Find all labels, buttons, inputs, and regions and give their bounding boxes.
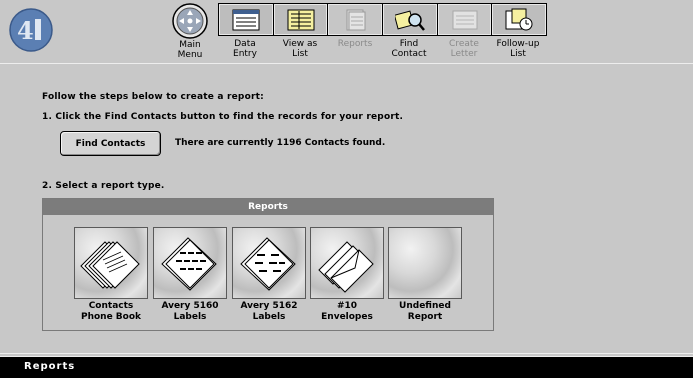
report-label: Contacts Phone Book (80, 301, 142, 322)
list-icon (287, 9, 314, 30)
find-contact-icon (394, 10, 425, 31)
step-1-text: 1. Click the Find Contacts button to fin… (42, 112, 404, 122)
letter-icon (452, 10, 478, 29)
top-toolbar: 4 Main Menu Data Entry View as List Repo… (0, 0, 693, 64)
toolbar-divider (0, 63, 693, 64)
app-logo-icon: 4 (9, 8, 53, 52)
find-contacts-button[interactable]: Find Contacts (60, 131, 161, 156)
follow-up-list-button[interactable] (492, 4, 547, 35)
report-label: Avery 5160 Labels (161, 301, 219, 322)
reports-button[interactable] (328, 4, 383, 35)
data-entry-button[interactable] (219, 4, 273, 35)
reports-label: Reports (337, 39, 373, 49)
svg-text:4: 4 (17, 16, 34, 45)
phone-book-icon (80, 241, 140, 289)
view-as-list-label: View as List (282, 39, 318, 59)
report-tile[interactable] (310, 227, 384, 299)
reports-panel-header: Reports (43, 199, 493, 215)
report-label: Avery 5162 Labels (240, 301, 298, 322)
undefined-report-icon[interactable] (388, 227, 462, 299)
report-tile[interactable] (153, 227, 227, 299)
labels-5162-icon (240, 237, 296, 291)
data-entry-label: Data Entry (233, 39, 257, 59)
status-divider (0, 353, 693, 354)
data-entry-icon (232, 9, 260, 30)
report-label: Undefined Report (399, 301, 451, 322)
reports-icon (346, 9, 366, 30)
create-letter-button[interactable] (437, 4, 492, 35)
report-label: #10 Envelopes (321, 301, 373, 322)
follow-up-list-label: Follow-up List (496, 39, 540, 59)
report-tile[interactable] (232, 227, 306, 299)
toolbar-buttons (218, 3, 547, 36)
report-contacts-phone-book[interactable]: Contacts Phone Book (73, 227, 149, 327)
status-bar-title: Reports (24, 361, 76, 372)
main-menu-button[interactable] (172, 3, 208, 39)
report-10-envelopes[interactable]: #10 Envelopes (309, 227, 385, 327)
report-undefined-report[interactable]: Undefined Report (387, 227, 463, 327)
create-letter-label: Create Letter (449, 39, 479, 59)
step-2-text: 2. Select a report type. (42, 181, 165, 191)
status-bar: Reports (0, 356, 693, 378)
report-tile[interactable] (74, 227, 148, 299)
follow-up-icon (505, 8, 533, 30)
reports-panel: Reports Contacts Phone Book Avery 5160 L… (42, 198, 494, 331)
find-contact-button[interactable] (383, 4, 437, 35)
report-avery-5162-labels[interactable]: Avery 5162 Labels (231, 227, 307, 327)
intro-text: Follow the steps below to create a repor… (42, 92, 264, 102)
envelopes-icon (318, 241, 374, 293)
report-avery-5160-labels[interactable]: Avery 5160 Labels (152, 227, 228, 327)
labels-5160-icon (161, 237, 217, 291)
main-menu-label: Main Menu (177, 40, 203, 60)
contacts-found-status: There are currently 1196 Contacts found. (175, 138, 386, 148)
find-contact-label: Find Contact (391, 39, 427, 59)
view-as-list-button[interactable] (273, 4, 328, 35)
